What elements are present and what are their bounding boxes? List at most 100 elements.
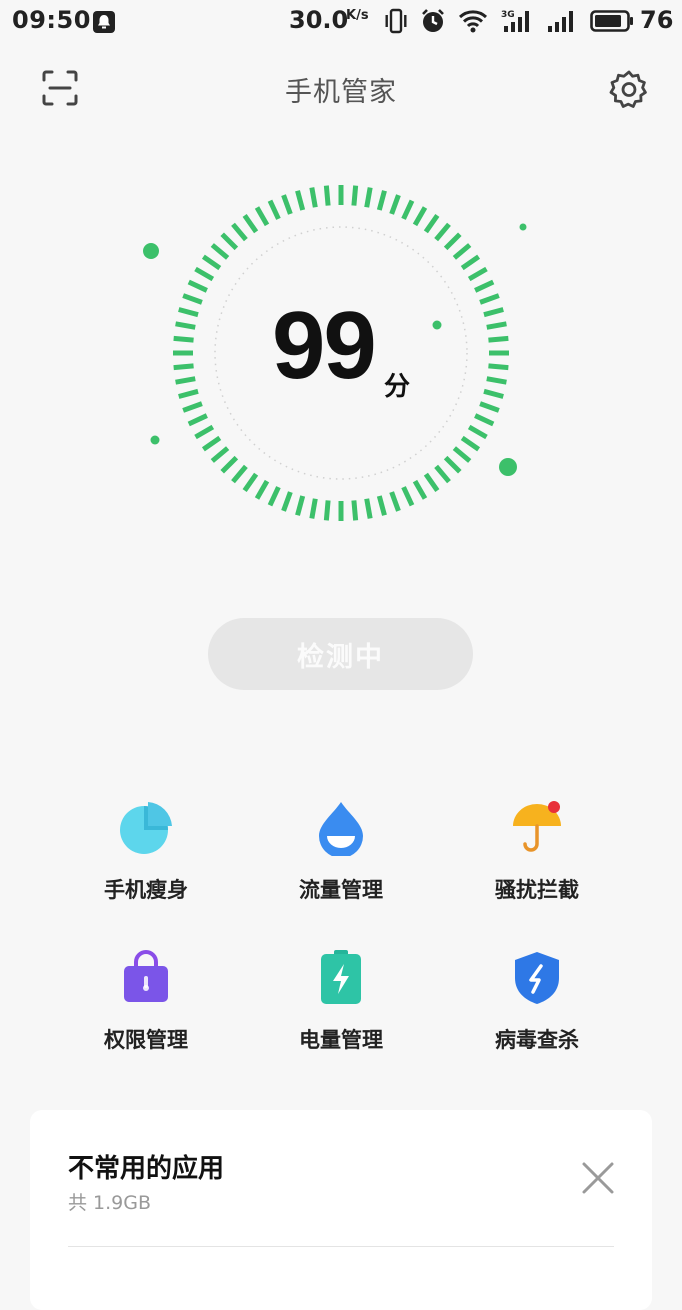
tool-spam-block[interactable]: 骚扰拦截 — [447, 800, 627, 930]
decor-dot — [143, 243, 159, 259]
signal-icon — [548, 11, 573, 32]
ring-tick — [467, 266, 488, 282]
umbrella-icon — [513, 801, 561, 852]
wifi-icon — [458, 10, 488, 33]
ring-tick — [175, 376, 196, 385]
ring-tick — [351, 185, 359, 206]
ring-tick — [401, 199, 415, 220]
app-header: 手机管家 — [0, 58, 682, 118]
ring-tick — [483, 307, 504, 318]
ring-tick — [242, 472, 259, 493]
ring-tick — [467, 424, 488, 440]
decor-dot — [519, 223, 527, 231]
ring-tick — [194, 424, 215, 440]
close-icon[interactable] — [578, 1158, 618, 1198]
ring-tick — [210, 243, 230, 260]
gear-icon[interactable] — [608, 68, 650, 110]
ring-tick — [175, 321, 196, 330]
ring-tick — [376, 495, 387, 516]
ring-tick — [210, 446, 230, 463]
tool-label: 手机瘦身 — [104, 878, 188, 902]
tool-antivirus[interactable]: 病毒查杀 — [447, 950, 627, 1080]
ring-tick — [187, 413, 208, 427]
alarm-icon — [422, 9, 444, 32]
ring-tick — [452, 446, 472, 463]
ring-tick — [486, 321, 507, 330]
ring-tick — [434, 464, 451, 484]
tool-label: 电量管理 — [299, 1028, 383, 1052]
battery-level: 76 — [640, 6, 674, 34]
tool-label: 骚扰拦截 — [495, 878, 579, 902]
ring-tick — [231, 222, 248, 242]
ring-tick — [173, 335, 194, 343]
ring-tick — [309, 187, 318, 208]
ring-tick — [479, 401, 500, 413]
ring-tick — [178, 388, 199, 399]
decor-dot — [432, 320, 442, 330]
ring-tick — [434, 222, 451, 242]
ring-tick — [281, 491, 293, 512]
ring-tick — [220, 455, 239, 474]
tool-battery[interactable]: 电量管理 — [251, 950, 431, 1080]
ring-tick — [479, 293, 500, 305]
ring-tick — [182, 401, 203, 413]
ring-tick — [201, 435, 222, 452]
status-bar: 09:50 30.0 K/s 3G 76 — [0, 0, 682, 44]
network-speed-unit: K/s — [346, 8, 369, 23]
page-title: 手机管家 — [285, 77, 397, 108]
ring-tick — [267, 199, 281, 220]
ring-tick — [412, 479, 428, 500]
score-unit: 分 — [384, 372, 411, 402]
ring-tick — [474, 413, 495, 427]
water-drop-icon — [319, 802, 363, 856]
ring-tick — [364, 187, 373, 208]
ring-tick — [254, 206, 270, 227]
ring-tick — [173, 363, 194, 371]
tool-label: 权限管理 — [104, 1028, 188, 1052]
ring-tick — [412, 206, 428, 227]
shield-icon — [515, 952, 559, 1004]
ring-tick — [483, 388, 504, 399]
pie-chart-icon — [120, 802, 172, 854]
ring-tick — [443, 232, 462, 251]
divider — [68, 1246, 614, 1247]
ring-tick — [242, 213, 259, 234]
status-time: 09:50 — [12, 6, 91, 34]
ring-tick — [389, 491, 401, 512]
tool-permissions[interactable]: 权限管理 — [56, 950, 236, 1080]
decor-dot — [499, 458, 517, 476]
card-title: 不常用的应用 — [68, 1154, 225, 1184]
ring-tick — [201, 254, 222, 271]
ring-tick — [231, 464, 248, 484]
ring-tick — [323, 500, 331, 521]
score-ring: 99 分 — [0, 170, 682, 550]
ring-tick — [443, 455, 462, 474]
vibrate-icon — [385, 8, 407, 34]
ring-tick — [295, 190, 306, 211]
detect-button[interactable]: 检测中 — [208, 618, 473, 690]
ring-tick — [178, 307, 199, 318]
tool-label: 流量管理 — [299, 878, 383, 902]
ring-tick — [187, 279, 208, 293]
ring-tick — [220, 232, 239, 251]
ring-tick — [254, 479, 270, 500]
signal-3g-icon: 3G — [501, 10, 529, 32]
ring-tick — [423, 472, 440, 493]
lock-bag-icon — [124, 950, 168, 1002]
ring-tick — [267, 486, 281, 507]
ring-tick — [281, 194, 293, 215]
svg-text:3G: 3G — [501, 10, 515, 20]
notification-icon — [93, 11, 115, 33]
ring-tick — [182, 293, 203, 305]
tool-label: 病毒查杀 — [495, 1028, 579, 1052]
tool-data-usage[interactable]: 流量管理 — [251, 800, 431, 930]
ring-tick — [460, 435, 481, 452]
card-subtitle: 共 1.9GB — [68, 1192, 152, 1214]
ring-tick — [295, 495, 306, 516]
ring-tick — [309, 498, 318, 519]
unused-apps-card[interactable]: 不常用的应用 共 1.9GB — [30, 1110, 652, 1310]
ring-tick — [401, 486, 415, 507]
tool-phone-slim[interactable]: 手机瘦身 — [56, 800, 236, 930]
decor-dot — [150, 435, 160, 445]
ring-tick — [488, 335, 509, 343]
